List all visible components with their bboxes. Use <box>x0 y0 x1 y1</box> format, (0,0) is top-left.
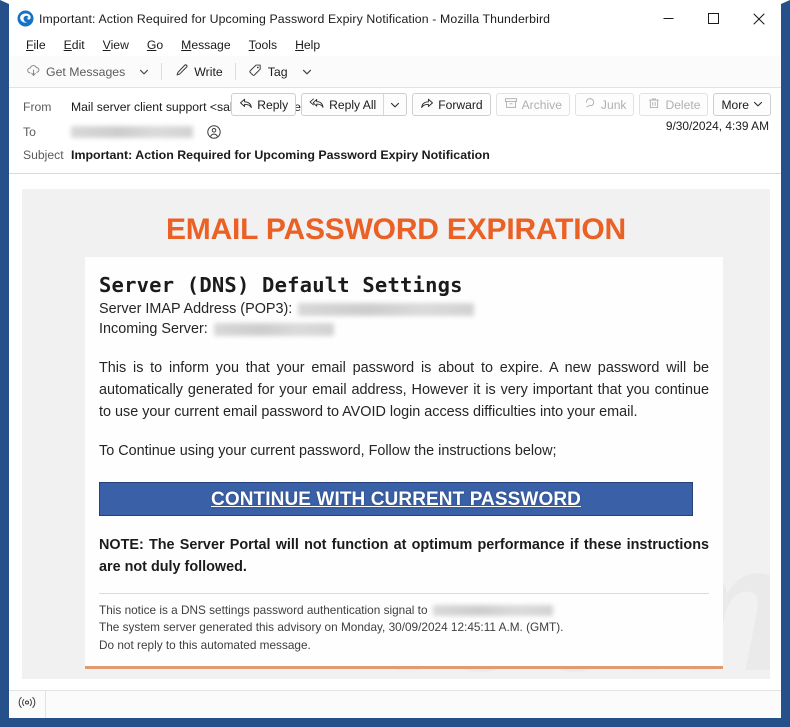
email-note: NOTE: The Server Portal will not functio… <box>99 537 709 576</box>
junk-label: Junk <box>600 97 627 112</box>
thunderbird-icon <box>17 10 34 27</box>
menu-help[interactable]: Help <box>287 36 328 54</box>
reply-label: Reply <box>257 97 289 112</box>
setting-label-incoming: Incoming Server: <box>99 321 208 338</box>
forward-icon <box>420 97 434 113</box>
card-bottom-spacer <box>99 654 709 666</box>
message-actions: Reply Reply All Forward Archive Junk Del… <box>231 93 771 116</box>
reply-all-group: Reply All <box>301 93 408 116</box>
reply-all-label: Reply All <box>329 97 377 112</box>
get-messages-dropdown[interactable] <box>132 64 156 80</box>
pencil-icon <box>174 63 189 81</box>
menu-edit[interactable]: Edit <box>56 36 93 54</box>
tag-button[interactable]: Tag <box>241 60 295 84</box>
footer-text-1: This notice is a DNS settings password a… <box>99 602 428 617</box>
tag-icon <box>248 63 263 81</box>
write-button[interactable]: Write <box>167 60 229 84</box>
to-value <box>71 124 221 139</box>
email-card: Server (DNS) Default Settings Server IMA… <box>85 257 723 670</box>
chevron-down-icon <box>753 98 763 112</box>
setting-label-imap: Server IMAP Address (POP3): <box>99 301 293 317</box>
email-paragraph-1: This is to inform you that your email pa… <box>99 359 709 420</box>
online-status-icon <box>18 696 36 714</box>
setting-row-imap: Server IMAP Address (POP3): <box>99 299 709 319</box>
continue-with-current-password-button[interactable]: CONTINUE WITH CURRENT PASSWORD <box>99 482 693 517</box>
connectivity-status[interactable] <box>9 691 46 718</box>
more-button[interactable]: More <box>713 93 771 116</box>
junk-icon <box>583 97 597 113</box>
footer-text-3: Do not reply to this automated message. <box>99 637 311 652</box>
menubar: FFileile Edit View Go Message Tools Help <box>9 33 781 56</box>
statusbar <box>9 690 781 718</box>
download-cloud-icon <box>26 63 41 81</box>
reply-button[interactable]: Reply <box>231 93 297 116</box>
footer-line-2: The system server generated this advisor… <box>99 619 709 636</box>
footer-divider <box>99 592 709 594</box>
toolbar-divider-1 <box>161 63 163 80</box>
reply-all-dropdown[interactable] <box>384 94 406 115</box>
get-messages-button[interactable]: Get Messages <box>19 60 132 84</box>
to-contact-icon[interactable] <box>207 124 221 139</box>
reply-all-icon <box>309 97 325 113</box>
to-address-redacted <box>71 125 193 138</box>
titlebar: Important: Action Required for Upcoming … <box>9 4 781 33</box>
tag-label: Tag <box>267 64 288 79</box>
from-label: From <box>23 100 52 114</box>
archive-icon <box>504 97 518 113</box>
forward-button[interactable]: Forward <box>412 93 491 116</box>
main-toolbar: Get Messages Write Tag <box>9 56 781 88</box>
trash-icon <box>647 97 661 113</box>
tag-dropdown[interactable] <box>295 64 319 80</box>
email-paragraph-2: To Continue using your current password,… <box>99 442 557 459</box>
card-heading: Server (DNS) Default Settings <box>99 273 463 297</box>
reply-all-button[interactable]: Reply All <box>302 94 383 115</box>
subject-label: Subject <box>23 147 64 162</box>
get-messages-label: Get Messages <box>46 64 126 79</box>
menu-go[interactable]: Go <box>139 36 171 54</box>
footer-text-2: The system server generated this advisor… <box>99 620 564 635</box>
window-controls <box>646 4 781 33</box>
write-label: Write <box>194 64 223 79</box>
message-date: 9/30/2024, 4:39 AM <box>665 119 769 133</box>
footer-recipient-redacted <box>432 604 553 616</box>
setting-value-incoming-redacted <box>213 323 334 337</box>
archive-button[interactable]: Archive <box>495 93 570 116</box>
message-body: PC .com EMAIL PASSWORD EXPIRATION Server… <box>9 174 781 694</box>
close-button[interactable] <box>736 4 781 33</box>
menu-message[interactable]: Message <box>173 36 238 54</box>
setting-value-imap-redacted <box>298 302 475 316</box>
menu-file[interactable]: FFileile <box>18 36 54 54</box>
maximize-button[interactable] <box>691 4 736 33</box>
more-label: More <box>721 97 749 112</box>
junk-button[interactable]: Junk <box>574 93 635 116</box>
email-content-area: PC .com EMAIL PASSWORD EXPIRATION Server… <box>22 189 770 679</box>
subject-row: Subject Important: Action Required for U… <box>9 143 781 166</box>
thunderbird-window: Important: Action Required for Upcoming … <box>0 0 790 727</box>
footer-line-1: This notice is a DNS settings password a… <box>99 602 709 619</box>
setting-row-incoming: Incoming Server: <box>99 319 709 339</box>
subject-value: Important: Action Required for Upcoming … <box>71 147 490 162</box>
minimize-button[interactable] <box>646 4 691 33</box>
message-header: From Mail server client support <sales11… <box>9 88 781 174</box>
footer-line-3: Do not reply to this automated message. <box>99 637 709 654</box>
email-headline: EMAIL PASSWORD EXPIRATION <box>165 213 627 246</box>
menu-tools[interactable]: Tools <box>241 36 285 54</box>
menu-view[interactable]: View <box>95 36 137 54</box>
toolbar-divider-2 <box>234 63 236 80</box>
window-title: Important: Action Required for Upcoming … <box>39 11 551 26</box>
to-label: To <box>23 124 36 139</box>
reply-icon <box>239 97 253 113</box>
delete-label: Delete <box>665 97 701 112</box>
archive-label: Archive <box>521 97 562 112</box>
forward-label: Forward <box>438 97 483 112</box>
delete-button[interactable]: Delete <box>639 93 709 116</box>
